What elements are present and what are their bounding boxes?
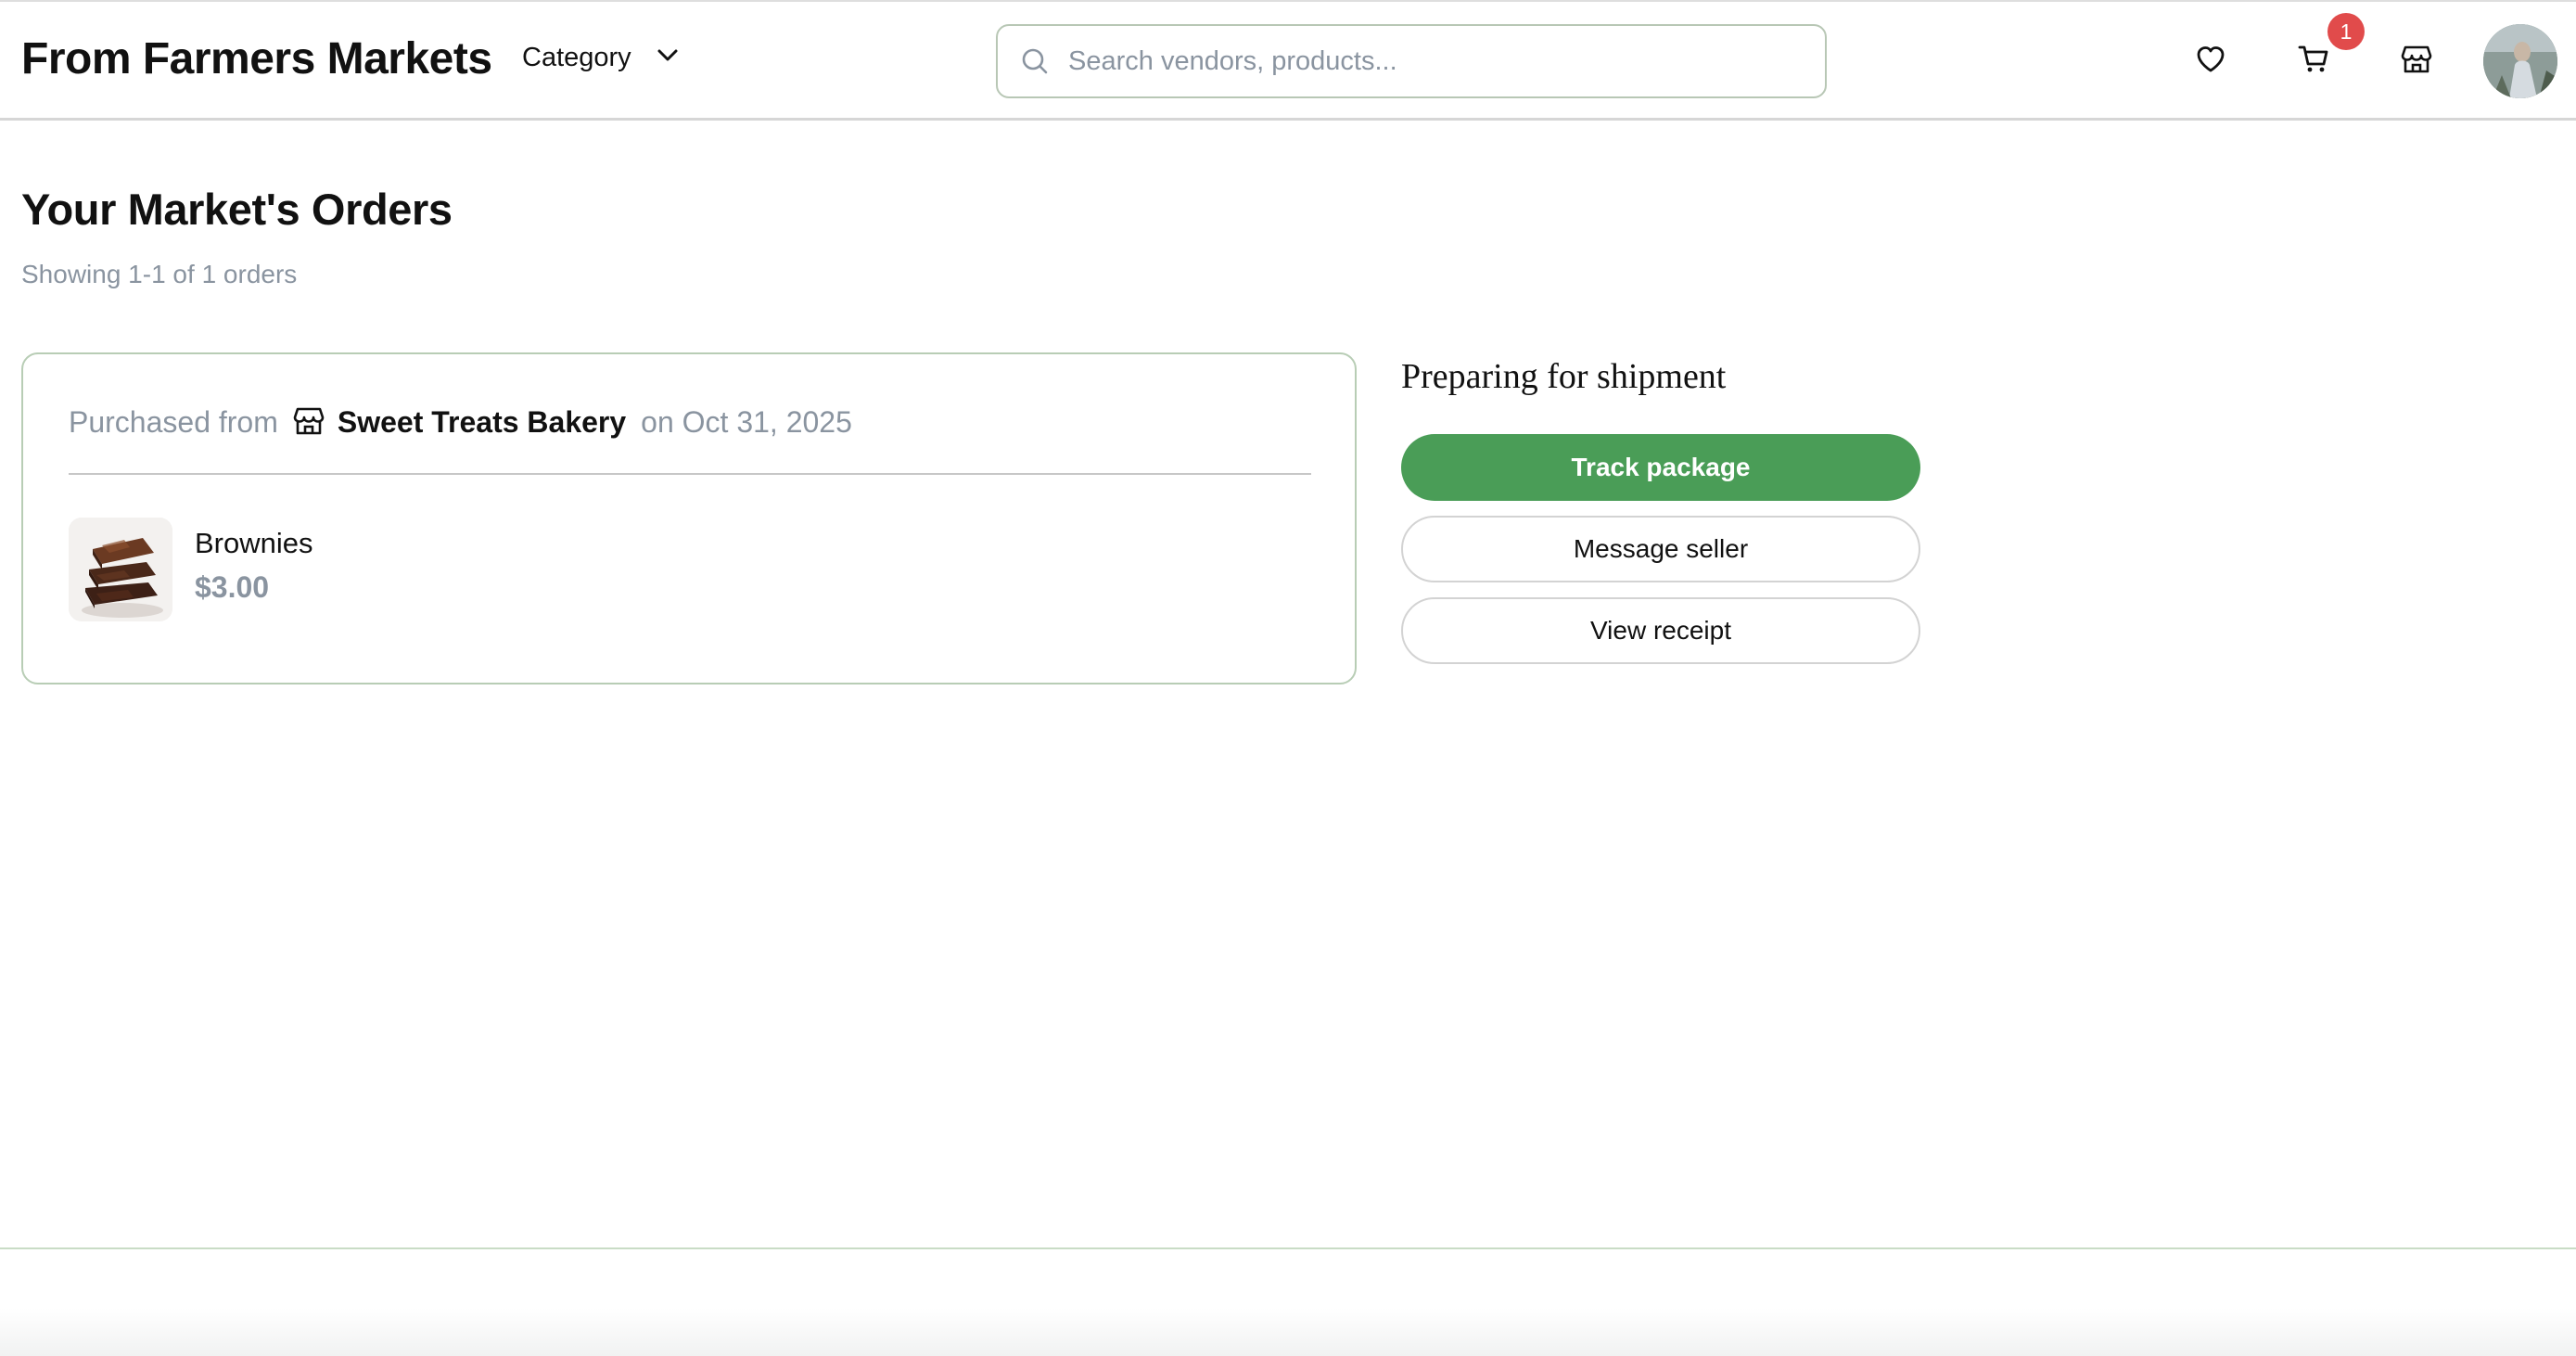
footer-shade [0,1308,2576,1356]
search-input[interactable] [1066,45,1793,78]
store-icon [2401,45,2432,79]
category-dropdown[interactable]: Category [522,43,678,73]
message-seller-button[interactable]: Message seller [1401,516,1920,582]
vendor-link[interactable]: Sweet Treats Bakery [338,405,626,440]
cart-count-badge: 1 [2327,13,2365,50]
favorites-button[interactable] [2188,39,2233,83]
cart-button[interactable] [2291,39,2336,83]
order-meta: Purchased from Sweet Treats Bakery on Oc… [69,399,852,445]
avatar-photo [2483,24,2557,98]
my-store-button[interactable] [2394,39,2439,83]
cart-icon [2297,44,2330,80]
footer-divider [0,1247,2576,1249]
results-count: Showing 1-1 of 1 orders [21,260,298,288]
track-package-button[interactable]: Track package [1401,434,1920,501]
store-icon [293,406,325,438]
product-image[interactable] [69,518,172,621]
brownies-photo [69,518,172,621]
category-label: Category [522,43,631,72]
heart-icon [2195,45,2226,79]
search-icon [1020,46,1050,76]
page-title: Your Market's Orders [21,185,453,234]
user-avatar[interactable] [2483,24,2557,98]
search-bar[interactable] [996,24,1827,98]
purchased-from-label: Purchased from [69,404,278,439]
order-status: Preparing for shipment [1401,357,1727,396]
brand-logo[interactable]: From Farmers Markets [21,33,492,84]
view-receipt-button[interactable]: View receipt [1401,597,1920,664]
order-date: on Oct 31, 2025 [641,404,852,439]
top-nav: From Farmers Markets Category 1 [0,2,2576,121]
order-card: Purchased from Sweet Treats Bakery on Oc… [21,352,1357,684]
chevron-down-icon [657,49,678,67]
product-price: $3.00 [195,570,270,604]
card-divider [69,473,1311,475]
product-name[interactable]: Brownies [195,527,313,560]
